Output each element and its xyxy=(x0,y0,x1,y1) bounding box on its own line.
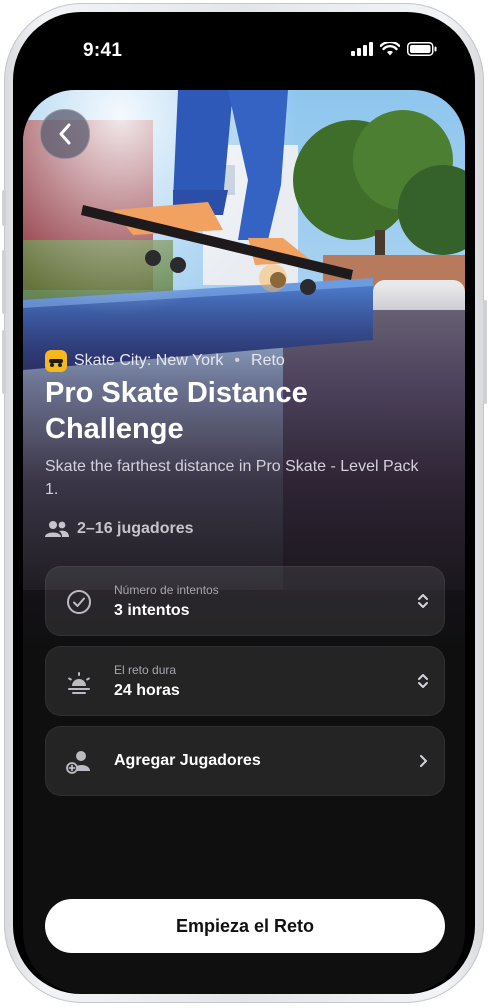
sunrise-icon xyxy=(68,672,90,694)
separator-dot: • xyxy=(234,352,241,369)
add-person-icon xyxy=(66,751,90,774)
cellular-signal-icon xyxy=(351,42,373,56)
game-name[interactable]: Skate City: New York xyxy=(74,352,223,370)
chevron-up-down-icon xyxy=(418,674,428,688)
checkmark-circle-icon xyxy=(67,590,91,614)
challenge-card: Skate City: New York • Reto Pro Skate Di… xyxy=(23,90,465,994)
power-button xyxy=(483,300,487,404)
attempts-label: Número de intentos xyxy=(114,583,219,597)
battery-icon xyxy=(407,42,437,56)
start-challenge-button[interactable]: Empieza el Reto xyxy=(45,899,445,953)
back-button[interactable] xyxy=(40,109,90,159)
duration-selector[interactable]: El reto dura 24 horas xyxy=(45,646,445,716)
game-info: Skate City: New York • Reto xyxy=(45,350,285,372)
volume-down-button xyxy=(2,330,6,394)
chevron-left-icon xyxy=(59,123,71,145)
wifi-icon xyxy=(380,42,400,56)
game-app-icon xyxy=(45,350,67,372)
chevron-up-down-icon xyxy=(418,594,428,608)
screen: 9:41 Skate City: New York • Reto Pro Ska… xyxy=(13,12,475,994)
volume-up-button xyxy=(2,250,6,314)
add-players-label: Agregar Jugadores xyxy=(114,752,261,769)
status-time: 9:41 xyxy=(83,40,123,61)
chevron-right-icon xyxy=(420,755,427,767)
attempts-value: 3 intentos xyxy=(114,602,190,619)
add-players-button[interactable]: Agregar Jugadores xyxy=(45,726,445,796)
player-count: 2–16 jugadores xyxy=(45,520,194,538)
challenge-title: Pro Skate Distance Challenge xyxy=(45,377,308,445)
status-icons xyxy=(351,42,437,56)
status-bar: 9:41 xyxy=(13,12,475,90)
mute-switch xyxy=(2,190,6,226)
challenge-description: Skate the farthest distance in Pro Skate… xyxy=(45,458,419,498)
player-count-label: 2–16 jugadores xyxy=(77,520,194,537)
duration-value: 24 horas xyxy=(114,682,180,699)
attempts-selector[interactable]: Número de intentos 3 intentos xyxy=(45,566,445,636)
duration-label: El reto dura xyxy=(114,663,177,677)
challenge-type: Reto xyxy=(251,352,285,369)
people-icon xyxy=(45,521,69,537)
